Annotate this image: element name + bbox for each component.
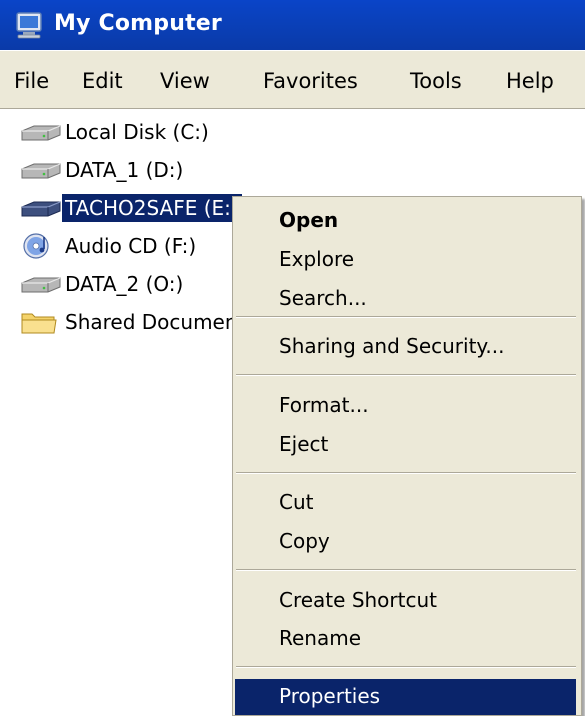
menu-item-create-shortcut[interactable]: Create Shortcut — [279, 588, 437, 612]
menu-file[interactable]: File — [14, 69, 49, 93]
menu-item-search[interactable]: Search... — [279, 286, 367, 310]
drive-tacho2safe-e[interactable]: TACHO2SAFE (E:) — [20, 191, 242, 224]
menu-item-cut[interactable]: Cut — [279, 490, 313, 514]
window-title: My Computer — [54, 11, 222, 36]
drive-data-1-d[interactable]: DATA_1 (D:) — [20, 153, 186, 186]
menu-separator — [236, 569, 576, 571]
menu-separator — [236, 374, 576, 376]
drive-audio-cd-f[interactable]: Audio CD (F:) — [20, 229, 199, 262]
menu-item-properties-label: Properties — [279, 684, 381, 708]
menu-item-format[interactable]: Format... — [279, 393, 369, 417]
menu-item-rename[interactable]: Rename — [279, 626, 361, 650]
title-bar[interactable]: My Computer — [0, 0, 585, 50]
audio-cd-icon — [23, 232, 49, 259]
hard-drive-icon — [21, 276, 61, 292]
menu-separator — [236, 316, 576, 318]
menu-item-open[interactable]: Open — [279, 208, 338, 232]
drive-label: DATA_2 (O:) — [65, 271, 184, 296]
menu-tools[interactable]: Tools — [410, 69, 462, 93]
menu-item-eject[interactable]: Eject — [279, 432, 328, 456]
removable-drive-icon — [21, 200, 61, 216]
menu-favorites[interactable]: Favorites — [263, 69, 358, 93]
drive-data-2-o[interactable]: DATA_2 (O:) — [20, 267, 186, 300]
menu-edit[interactable]: Edit — [82, 69, 123, 93]
hard-drive-icon — [21, 162, 61, 178]
menu-item-sharing-and-security[interactable]: Sharing and Security... — [279, 334, 504, 358]
folder-shared-documents[interactable]: Shared Documents — [20, 305, 259, 338]
drive-label: TACHO2SAFE (E:) — [62, 193, 242, 222]
folder-icon — [21, 313, 57, 333]
menu-item-properties[interactable]: Properties — [235, 679, 576, 715]
menu-separator — [236, 472, 576, 474]
menu-bar: File Edit View Favorites Tools Help — [0, 50, 585, 109]
menu-item-explore[interactable]: Explore — [279, 247, 354, 271]
hard-drive-icon — [21, 124, 61, 140]
menu-item-copy[interactable]: Copy — [279, 529, 330, 553]
my-computer-icon — [16, 12, 42, 39]
menu-help[interactable]: Help — [506, 69, 554, 93]
context-menu: Open Explore Search... Sharing and Secur… — [232, 196, 582, 716]
drive-label: Audio CD (F:) — [65, 233, 197, 258]
drive-label: Shared Documents — [65, 309, 256, 334]
menu-separator — [236, 666, 576, 668]
drive-local-disk-c[interactable]: Local Disk (C:) — [20, 115, 212, 148]
menu-view[interactable]: View — [160, 69, 210, 93]
drive-label: DATA_1 (D:) — [65, 157, 184, 182]
drive-label: Local Disk (C:) — [65, 119, 209, 144]
